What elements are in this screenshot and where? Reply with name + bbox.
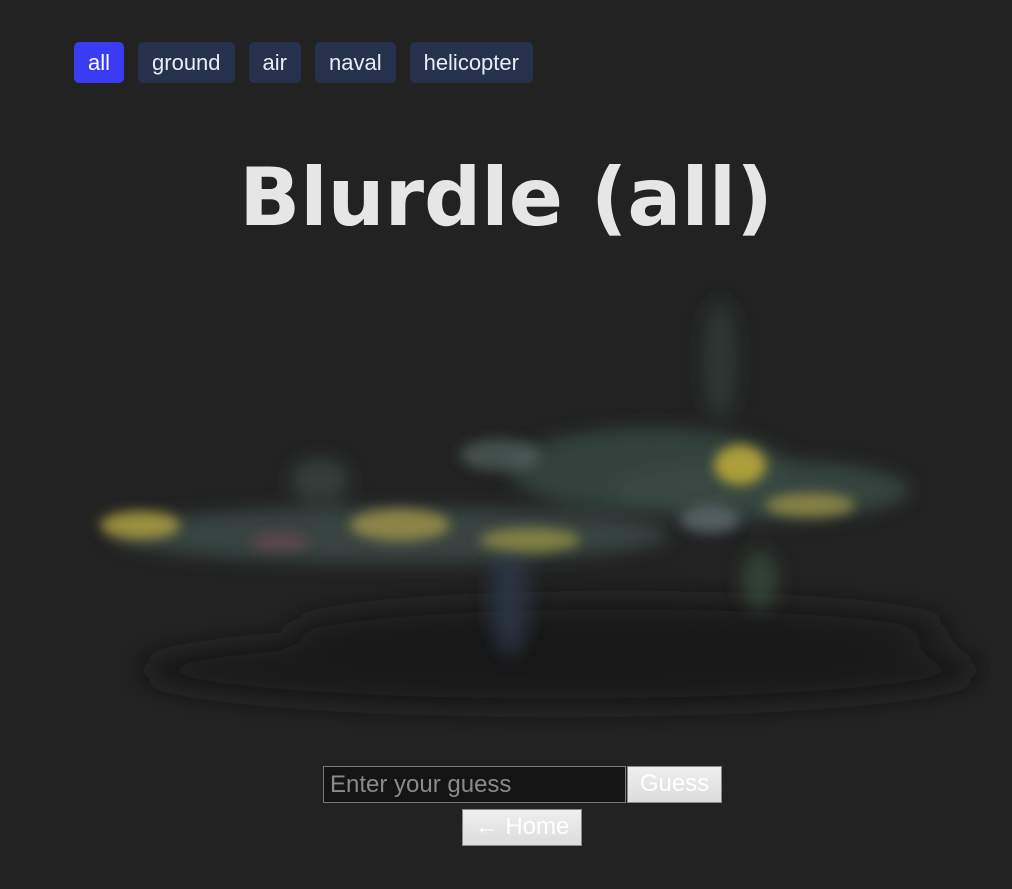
category-filter-bar: all ground air naval helicopter <box>74 42 533 83</box>
guess-form: Guess <box>323 766 722 803</box>
filter-ground-button[interactable]: ground <box>138 42 235 83</box>
guess-input[interactable] <box>323 766 626 803</box>
filter-all-button[interactable]: all <box>74 42 125 83</box>
page-title: Blurdle (all) <box>239 151 773 244</box>
filter-helicopter-button[interactable]: helicopter <box>409 42 533 83</box>
filter-air-button[interactable]: air <box>248 42 301 83</box>
filter-naval-button[interactable]: naval <box>314 42 396 83</box>
blurred-aircraft-icon <box>100 300 980 708</box>
home-button[interactable]: ← Home <box>462 809 582 846</box>
blurred-vehicle-image <box>60 280 990 750</box>
page: all ground air naval helicopter Blurdle … <box>0 0 1012 889</box>
guess-button[interactable]: Guess <box>627 766 722 803</box>
